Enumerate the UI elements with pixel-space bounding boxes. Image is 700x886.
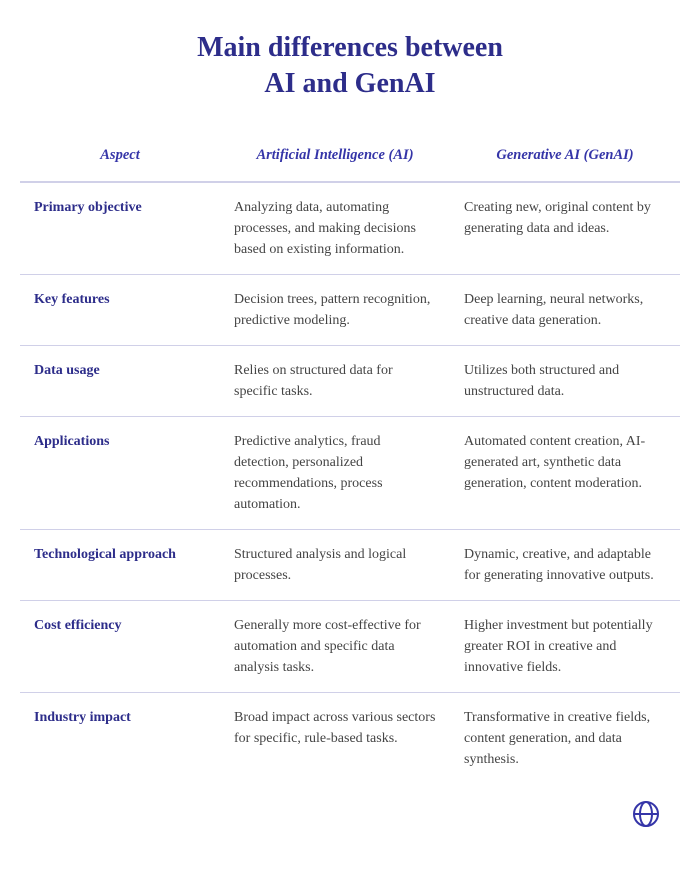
cell-genai: Utilizes both structured and unstructure… (450, 345, 680, 416)
table-row: Key featuresDecision trees, pattern reco… (20, 274, 680, 345)
cell-ai: Broad impact across various sectors for … (220, 692, 450, 784)
comparison-table: Aspect Artificial Intelligence (AI) Gene… (20, 131, 680, 784)
cell-genai: Higher investment but potentially greate… (450, 600, 680, 692)
cell-ai: Decision trees, pattern recognition, pre… (220, 274, 450, 345)
cell-ai: Relies on structured data for specific t… (220, 345, 450, 416)
cell-genai: Dynamic, creative, and adaptable for gen… (450, 529, 680, 600)
cell-aspect: Technological approach (20, 529, 220, 600)
header-ai: Artificial Intelligence (AI) (220, 131, 450, 182)
footer-logo (632, 800, 660, 833)
cell-aspect: Data usage (20, 345, 220, 416)
table-row: Data usageRelies on structured data for … (20, 345, 680, 416)
cell-genai: Deep learning, neural networks, creative… (450, 274, 680, 345)
cell-ai: Generally more cost-effective for automa… (220, 600, 450, 692)
cell-ai: Predictive analytics, fraud detection, p… (220, 416, 450, 529)
cell-aspect: Primary objective (20, 182, 220, 275)
table-row: Primary objectiveAnalyzing data, automat… (20, 182, 680, 275)
cell-ai: Analyzing data, automating processes, an… (220, 182, 450, 275)
header-genai: Generative AI (GenAI) (450, 131, 680, 182)
cell-aspect: Key features (20, 274, 220, 345)
table-row: Industry impactBroad impact across vario… (20, 692, 680, 784)
cell-genai: Transformative in creative fields, conte… (450, 692, 680, 784)
cell-aspect: Cost efficiency (20, 600, 220, 692)
cell-aspect: Industry impact (20, 692, 220, 784)
cell-genai: Automated content creation, AI-generated… (450, 416, 680, 529)
cell-ai: Structured analysis and logical processe… (220, 529, 450, 600)
table-header-row: Aspect Artificial Intelligence (AI) Gene… (20, 131, 680, 182)
table-row: ApplicationsPredictive analytics, fraud … (20, 416, 680, 529)
header-aspect: Aspect (20, 131, 220, 182)
page-title: Main differences between AI and GenAI (197, 30, 503, 103)
cell-aspect: Applications (20, 416, 220, 529)
cell-genai: Creating new, original content by genera… (450, 182, 680, 275)
table-row: Cost efficiencyGenerally more cost-effec… (20, 600, 680, 692)
table-row: Technological approachStructured analysi… (20, 529, 680, 600)
